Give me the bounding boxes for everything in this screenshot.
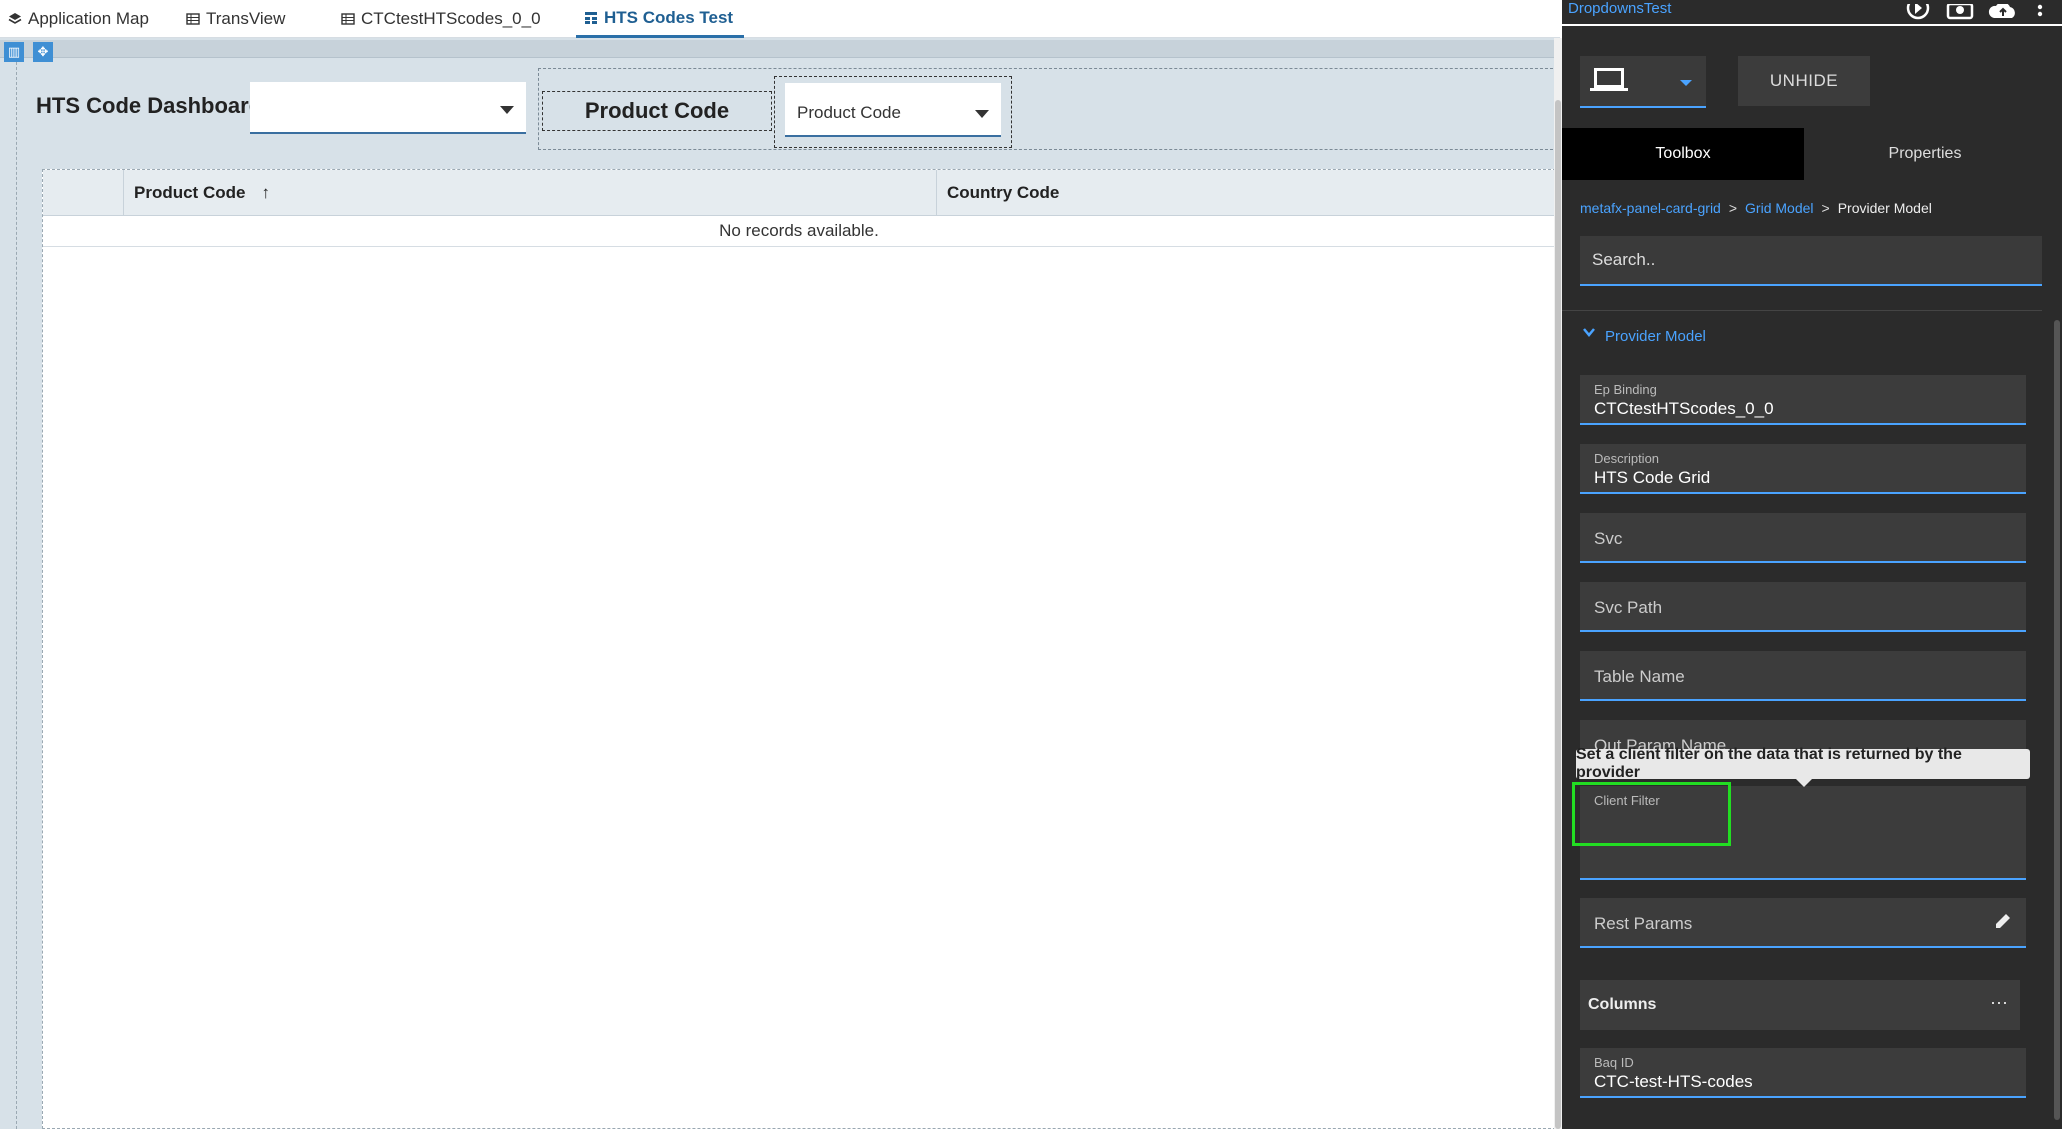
header-label: Product Code [134,183,246,202]
canvas-toolbar-strip [0,40,1560,58]
sort-ascending-icon: ↑ [261,183,270,202]
field-label: Svc Path [1594,598,1663,617]
edit-icon[interactable] [1994,912,2012,930]
table-icon [341,13,355,25]
dashboard-dropdown[interactable] [250,82,526,134]
breadcrumb-link[interactable]: Grid Model [1745,200,1813,216]
tab-toolbox[interactable]: Toolbox [1562,128,1804,180]
field-label: Rest Params [1594,914,1693,933]
tab-transview[interactable]: TransView [186,0,285,38]
cloud-upload-icon[interactable] [1988,0,2018,26]
header-label: Country Code [947,183,1060,202]
baq-id-field[interactable]: Baq ID CTC-test-HTS-codes [1580,1048,2026,1098]
columns-row[interactable]: Columns ··· [1580,980,2020,1030]
panel-title: DropdownsTest [1568,0,1672,17]
tab-label: TransView [206,9,286,28]
laptop-base [1590,88,1628,91]
divider [1562,310,2042,311]
panel-scrollbar[interactable] [2054,320,2060,1120]
breadcrumb: metafx-panel-card-grid > Grid Model > Provid… [1580,200,1932,216]
product-code-label: Product Code [542,91,772,131]
tab-hts-codes-test[interactable]: HTS Codes Test [576,0,744,38]
more-horizontal-icon[interactable]: ··· [1990,992,2008,1013]
field-label: Table Name [1594,667,1685,686]
data-grid: Product Code ↑ Country Code No records a… [42,169,1556,1129]
field-label: Ep Binding [1594,382,1657,397]
tab-ctctesthtscodes[interactable]: CTCtestHTScodes_0_0 [341,0,541,38]
layers-icon [8,13,22,24]
breadcrumb-current: Provider Model [1837,200,1932,216]
highlight-box [1572,782,1731,846]
top-tab-bar: Application Map TransView CTCtestHTScode… [0,0,1560,38]
field-label: Description [1594,451,1660,466]
chevron-down-icon [1680,80,1692,86]
section-title-provider-model[interactable]: Provider Model [1605,328,1706,345]
tab-label: HTS Codes Test [604,7,734,27]
columns-label: Columns [1588,996,1657,1013]
field-label: Baq ID [1594,1055,1634,1070]
empty-message: No records available. [43,216,1555,247]
rest-params-field[interactable]: Rest Params [1580,898,2026,948]
grid-header-product-code[interactable]: Product Code ↑ [123,170,936,216]
dropdown-value: Product Code [797,103,901,122]
field-value: CTC-test-HTS-codes [1594,1072,1753,1091]
field-value: HTS Code Grid [1594,468,1711,487]
panel-title-underline [1562,24,2062,26]
unhide-button[interactable]: UNHIDE [1738,56,1870,106]
tab-label: CTCtestHTScodes_0_0 [361,9,541,28]
more-vertical-icon[interactable] [2036,0,2044,26]
search-input[interactable]: Search.. [1580,236,2042,286]
chevron-down-icon [975,110,989,118]
breadcrumb-separator: > [1728,200,1738,216]
tooltip: Set a client filter on the data that is … [1576,746,2030,781]
table-name-field[interactable]: Table Name [1580,651,2026,701]
chevron-down-icon [500,106,514,114]
tab-label: Application Map [28,9,149,28]
svc-field[interactable]: Svc [1580,513,2026,563]
product-code-dropdown[interactable]: Product Code [785,83,1001,137]
grid-icon [585,11,597,24]
breadcrumb-link[interactable]: metafx-panel-card-grid [1580,200,1721,216]
description-field[interactable]: Description HTS Code Grid [1580,444,2026,494]
table-icon [186,13,200,25]
move-icon[interactable]: ✥ [33,42,53,62]
tooltip-arrow [1796,779,1812,787]
breadcrumb-separator: > [1821,200,1830,216]
device-select[interactable] [1580,56,1706,108]
svc-path-field[interactable]: Svc Path [1580,582,2026,632]
ep-binding-field[interactable]: Ep Binding CTCtestHTScodes_0_0 [1580,375,2026,425]
grid-header: Product Code ↑ Country Code [43,170,1555,216]
grid-header-country-code[interactable]: Country Code [936,170,1557,216]
field-value: CTCtestHTScodes_0_0 [1594,399,1774,418]
laptop-icon [1594,68,1624,88]
save-icon[interactable] [1946,0,1974,26]
chevron-down-icon[interactable] [1582,325,1596,344]
play-icon[interactable] [1906,0,1930,26]
tab-application-map[interactable]: Application Map [8,0,149,38]
canvas-scrollbar-thumb[interactable] [1555,100,1561,1129]
field-label: Svc [1594,529,1623,548]
dashboard-title: HTS Code Dashboard [36,93,263,118]
tab-properties[interactable]: Properties [1804,128,2046,180]
delete-icon[interactable]: ▥ [4,42,24,62]
grid-header-select[interactable] [43,170,123,216]
